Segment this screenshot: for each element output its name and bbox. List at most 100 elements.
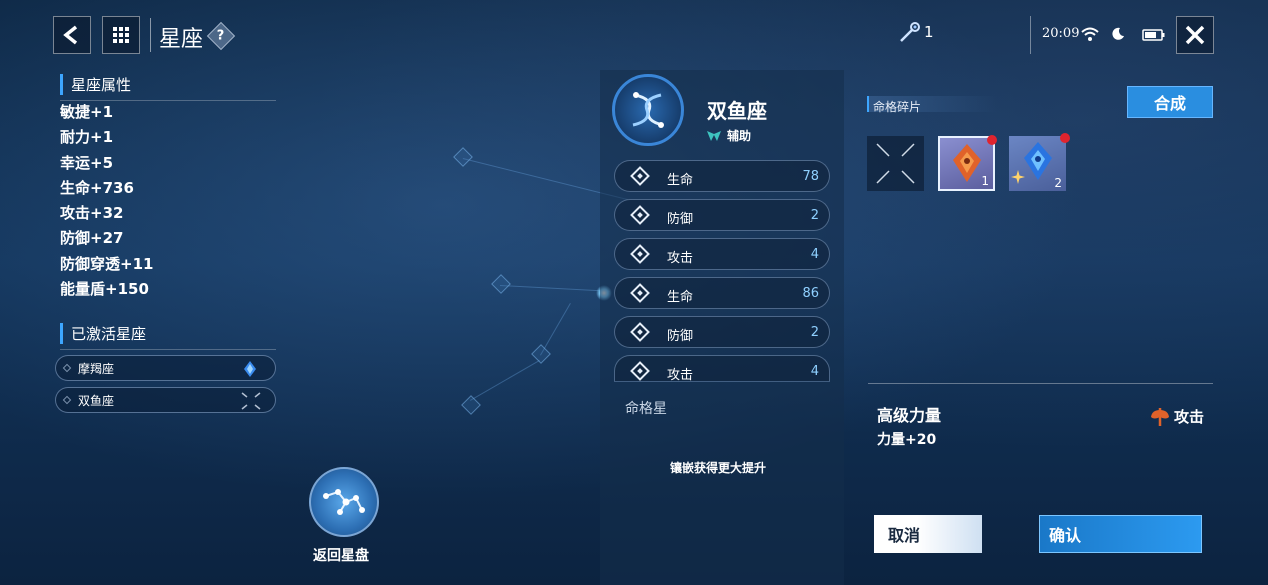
constellation-name: 双鱼座: [707, 99, 767, 123]
stat-value: 4: [810, 247, 819, 262]
stat-value: 4: [810, 364, 819, 379]
activated-heading: 已激活星座: [60, 323, 146, 344]
currency: 1: [898, 20, 934, 44]
bg-star-icon: [461, 395, 481, 415]
attribute-item: 耐力+1: [60, 128, 114, 146]
stat-icon: [630, 244, 650, 264]
key-wand-icon: [900, 22, 920, 42]
help-icon: ?: [217, 28, 225, 44]
cancel-button[interactable]: 取消: [874, 515, 982, 553]
new-badge: [1060, 133, 1070, 143]
status-time: 20:09: [1042, 26, 1080, 41]
fragment-count: 2: [1054, 176, 1062, 190]
support-role-icon: [707, 130, 721, 141]
attribute-item: 生命+736: [60, 179, 134, 197]
fragments-heading: 命格碎片: [867, 96, 997, 114]
stat-row: 防御 2: [614, 199, 830, 231]
new-badge: [987, 135, 997, 145]
fragment-slot-empty[interactable]: [867, 136, 924, 191]
return-starmap-label: 返回星盘: [313, 548, 369, 564]
stat-icon: [630, 205, 650, 225]
status-divider: [1030, 16, 1031, 54]
attribute-item: 敏捷+1: [60, 103, 114, 121]
detail-divider: [868, 383, 1213, 384]
bg-star-icon: [453, 147, 473, 167]
activated-item-label: 双鱼座: [78, 393, 115, 408]
stat-value: 2: [810, 325, 819, 340]
help-button[interactable]: ?: [206, 21, 236, 51]
bg-star-icon: [491, 274, 511, 294]
stat-icon: [630, 283, 650, 303]
pisces-icon: [632, 92, 664, 128]
close-icon: [1185, 25, 1205, 45]
diamond-icon: [62, 395, 72, 405]
blue-gem-icon: [244, 361, 256, 377]
empty-slot-icon: [876, 143, 915, 184]
attribute-item: 能量盾+150: [60, 280, 149, 298]
stat-row: 生命 78: [614, 160, 830, 192]
activated-item-pisces[interactable]: 双鱼座: [55, 387, 276, 413]
stat-row: 防御 2: [614, 316, 830, 348]
attributes-heading: 星座属性: [60, 74, 131, 95]
stat-row: 攻击 4: [614, 238, 830, 270]
synthesize-label: 合成: [1153, 94, 1186, 113]
fragment-slot-fire[interactable]: 1: [938, 135, 997, 191]
fragments-heading-label: 命格碎片: [873, 100, 922, 114]
water-fragment-icon: [1024, 142, 1052, 180]
close-button[interactable]: [1176, 16, 1214, 54]
page-title: 星座: [159, 27, 204, 52]
cancel-label: 取消: [888, 526, 921, 545]
fragment-count: 1: [981, 174, 989, 188]
battery-icon: [1142, 29, 1165, 41]
stat-label: 生命: [667, 173, 694, 188]
attribute-item: 防御穿透+11: [60, 255, 154, 273]
stat-value: 78: [802, 169, 819, 184]
attack-axe-icon: [1151, 407, 1169, 426]
detail-effect: 力量+20: [877, 432, 937, 448]
stat-label: 防御: [667, 212, 694, 227]
section-label: 命格星: [625, 401, 667, 417]
stat-icon: [630, 322, 650, 342]
activated-item-capricorn[interactable]: 摩羯座: [55, 355, 276, 381]
stat-row: 攻击 4: [614, 355, 830, 383]
stat-icon: [630, 166, 650, 186]
currency-count: 1: [924, 23, 934, 41]
stat-list-divider: [614, 381, 830, 382]
detail-title: 高级力量: [877, 406, 942, 425]
stat-icon: [630, 361, 650, 381]
fragment-slot-water[interactable]: 2: [1009, 133, 1070, 191]
activated-item-label: 摩羯座: [78, 361, 115, 376]
attribute-item: 幸运+5: [60, 154, 114, 172]
attribute-item: 攻击+32: [60, 204, 124, 222]
confirm-button[interactable]: 确认: [1039, 515, 1202, 553]
stat-label: 攻击: [667, 251, 694, 266]
title-divider: [150, 18, 151, 52]
hint-text: 镶嵌获得更大提升: [670, 461, 767, 475]
synthesize-button[interactable]: 合成: [1127, 86, 1213, 118]
stat-value: 2: [810, 208, 819, 223]
divider: [60, 349, 276, 350]
detail-type: 攻击: [1150, 406, 1204, 427]
stat-label: 防御: [667, 329, 694, 344]
stat-value: 86: [802, 286, 819, 301]
back-button[interactable]: [53, 16, 91, 54]
chevron-left-icon: [63, 25, 78, 45]
stat-row: 生命 86: [614, 277, 830, 309]
return-starmap-button[interactable]: [309, 467, 379, 537]
role-label: 辅助: [727, 129, 752, 143]
constellation-icon: [323, 489, 365, 515]
diamond-icon: [62, 363, 72, 373]
confirm-label: 确认: [1049, 526, 1082, 545]
attribute-item: 防御+27: [60, 229, 124, 247]
sparkle-icon: [1011, 170, 1025, 184]
moon-icon: [1112, 27, 1124, 40]
stat-label: 生命: [667, 290, 694, 305]
bg-star-icon: [531, 344, 551, 364]
menu-grid-button[interactable]: [102, 16, 140, 54]
wifi-icon: [1081, 27, 1099, 41]
role-tag: 辅助: [706, 127, 751, 144]
detail-type-label: 攻击: [1174, 408, 1205, 426]
grid-icon: [113, 27, 129, 43]
pisces-emblem: [612, 74, 684, 146]
fire-fragment-icon: [953, 144, 981, 182]
